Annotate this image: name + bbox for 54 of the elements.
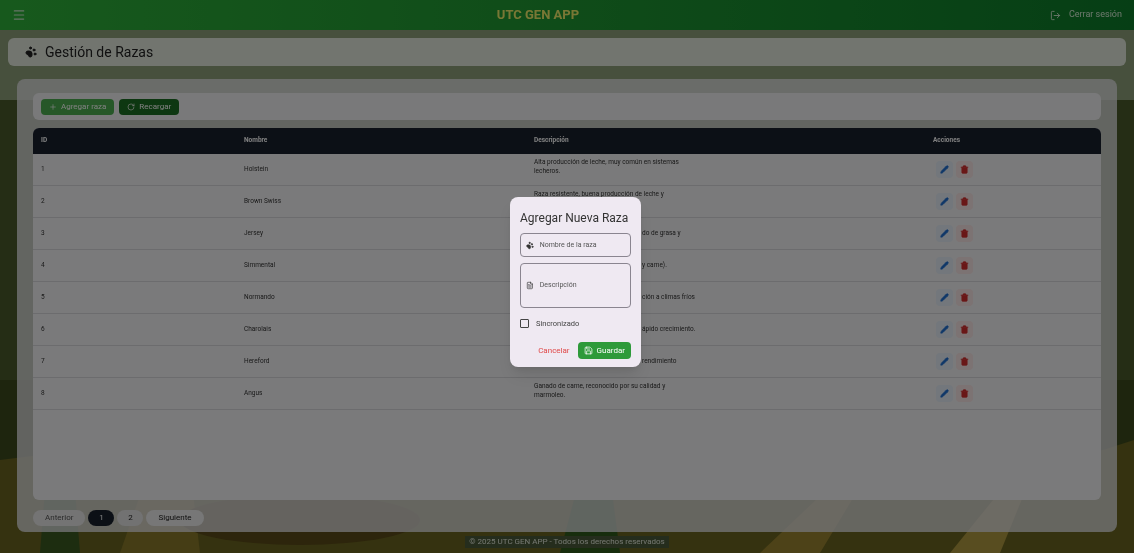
dialog-title: Agregar Nueva Raza: [520, 211, 630, 225]
next-button[interactable]: Siguiente: [146, 510, 204, 526]
logout-icon: [1049, 9, 1061, 21]
save-icon: [583, 346, 593, 355]
edit-button[interactable]: [936, 225, 953, 242]
trash-icon: [960, 389, 969, 398]
trash-icon: [960, 325, 969, 334]
pencil-icon: [940, 261, 949, 270]
reload-icon: [127, 102, 136, 111]
trash-icon: [960, 165, 969, 174]
delete-button[interactable]: [956, 193, 973, 210]
checkbox[interactable]: [520, 319, 529, 329]
paw-icon: [526, 240, 534, 250]
pencil-icon: [940, 357, 949, 366]
edit-button[interactable]: [936, 353, 953, 370]
pencil-icon: [940, 165, 949, 174]
delete-button[interactable]: [956, 257, 973, 274]
logout-button[interactable]: Cerrar sesión: [1049, 8, 1122, 22]
pencil-icon: [940, 325, 949, 334]
trash-icon: [960, 357, 969, 366]
reload-button[interactable]: Recargar: [119, 98, 180, 115]
document-icon: [526, 281, 534, 290]
edit-button[interactable]: [936, 257, 953, 274]
trash-icon: [960, 229, 969, 238]
save-button[interactable]: Guardar: [577, 342, 631, 359]
trash-icon: [960, 293, 969, 302]
delete-button[interactable]: [956, 353, 973, 370]
delete-button[interactable]: [956, 385, 973, 402]
delete-button[interactable]: [956, 161, 973, 178]
plus-icon: [49, 102, 57, 111]
cancel-button[interactable]: Cancelar: [538, 344, 570, 357]
footer-text: © 2025 UTC GEN APP - Todos los derechos reservados: [465, 536, 669, 548]
edit-button[interactable]: [936, 321, 953, 338]
trash-icon: [960, 197, 969, 206]
page-title: Gestión de Razas: [45, 42, 154, 62]
page-button[interactable]: 2: [117, 510, 144, 526]
trash-icon: [960, 261, 969, 270]
pencil-icon: [940, 197, 949, 206]
pencil-icon: [940, 229, 949, 238]
paw-icon: [25, 46, 37, 58]
menu-icon: [12, 8, 26, 22]
edit-button[interactable]: [936, 385, 953, 402]
delete-button[interactable]: [956, 289, 973, 306]
edit-button[interactable]: [936, 161, 953, 178]
delete-button[interactable]: [956, 225, 973, 242]
menu-button[interactable]: [12, 8, 26, 22]
page-button[interactable]: 1: [88, 510, 115, 526]
pencil-icon: [940, 389, 949, 398]
edit-button[interactable]: [936, 193, 953, 210]
delete-button[interactable]: [956, 321, 973, 338]
edit-button[interactable]: [936, 289, 953, 306]
app-title: UTC GEN APP: [496, 6, 580, 25]
add-button[interactable]: Agregar raza: [41, 98, 115, 115]
pencil-icon: [940, 293, 949, 302]
